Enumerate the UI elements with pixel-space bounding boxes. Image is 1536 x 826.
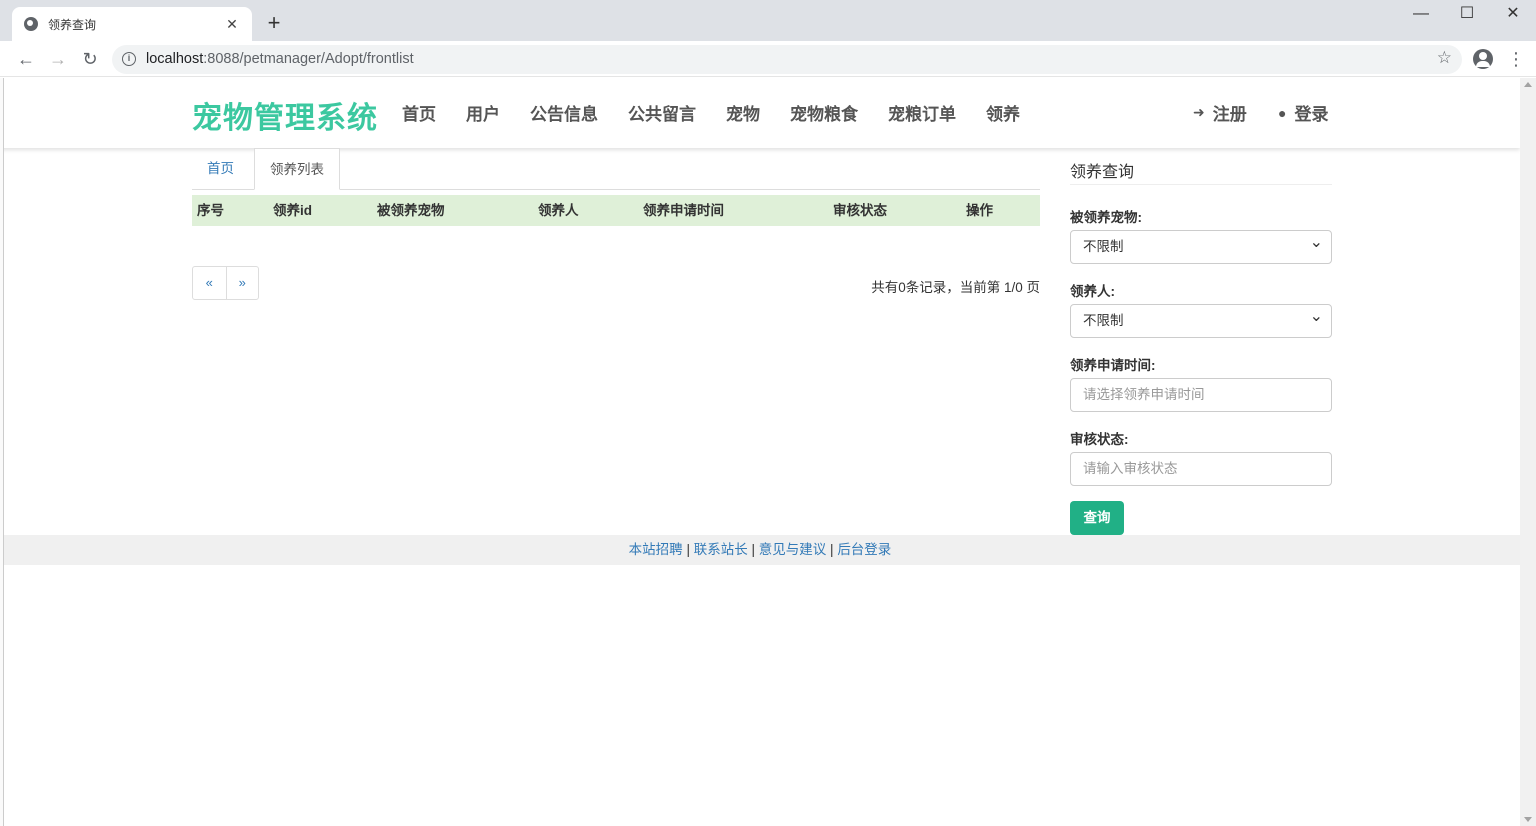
profile-icon[interactable]: [1473, 49, 1493, 69]
apply-time-label: 领养申请时间:: [1070, 358, 1156, 373]
tab-home[interactable]: 首页: [192, 148, 249, 190]
nav-home[interactable]: 首页: [402, 100, 436, 125]
close-tab-icon[interactable]: ✕: [224, 16, 240, 33]
menu-icon[interactable]: ⋮: [1507, 47, 1525, 71]
col-adopter: 领养人: [538, 203, 579, 218]
reload-icon[interactable]: ↻: [78, 47, 102, 71]
site-header: 宠物管理系统 首页 用户 公告信息 公共留言 宠物 宠物粮食 宠粮订单 领养 ➜…: [0, 78, 1520, 148]
page-scrollbar[interactable]: [1520, 78, 1536, 826]
main-nav: 首页 用户 公告信息 公共留言 宠物 宠物粮食 宠粮订单 领养: [402, 100, 1050, 125]
scroll-down-icon[interactable]: [1524, 817, 1532, 822]
status-input[interactable]: 请输入审核状态: [1070, 452, 1332, 486]
sidebar-title: 领养查询: [1070, 164, 1135, 181]
forward-icon[interactable]: →: [46, 47, 70, 71]
nav-pets[interactable]: 宠物: [726, 100, 760, 125]
user-icon: ●: [1278, 104, 1287, 121]
nav-messages[interactable]: 公共留言: [628, 100, 696, 125]
record-info: 共有0条记录，当前第 1/0 页: [871, 280, 1040, 295]
register-link[interactable]: ➜ 注册: [1193, 100, 1247, 125]
nav-announcements[interactable]: 公告信息: [530, 100, 598, 125]
col-adopt-id: 领养id: [273, 203, 312, 218]
status-label: 审核状态:: [1070, 432, 1129, 447]
next-page-button[interactable]: »: [225, 267, 259, 299]
nav-food-orders[interactable]: 宠粮订单: [888, 100, 956, 125]
pagination: « »: [192, 266, 259, 300]
left-edge-strip: [0, 78, 4, 826]
site-footer: 本站招聘 | 联系站长 | 意见与建议 | 后台登录: [0, 535, 1520, 565]
minimize-button[interactable]: —: [1398, 2, 1444, 26]
col-actions: 操作: [966, 203, 993, 218]
footer-link-feedback[interactable]: 意见与建议: [759, 542, 827, 557]
scroll-up-icon[interactable]: [1524, 82, 1532, 87]
globe-icon: [24, 17, 38, 31]
address-bar[interactable]: i localhost:8088/petmanager/Adopt/frontl…: [112, 45, 1462, 74]
footer-link-jobs[interactable]: 本站招聘: [629, 542, 683, 557]
brand-logo[interactable]: 宠物管理系统: [192, 93, 378, 137]
nav-users[interactable]: 用户: [466, 100, 500, 125]
close-window-button[interactable]: ✕: [1490, 2, 1536, 26]
page-viewport: 宠物管理系统 首页 用户 公告信息 公共留言 宠物 宠物粮食 宠粮订单 领养 ➜…: [0, 78, 1520, 826]
sidebar-divider: [1070, 184, 1332, 185]
new-tab-button[interactable]: +: [262, 10, 286, 36]
sign-in-icon: ➜: [1193, 104, 1205, 120]
col-pet: 被领养宠物: [377, 203, 445, 218]
adopter-label: 领养人:: [1070, 284, 1115, 299]
browser-tab[interactable]: 领养查询 ✕: [12, 7, 252, 41]
browser-tabstrip: 领养查询 ✕ + — ☐ ✕: [0, 0, 1536, 41]
query-button[interactable]: 查询: [1070, 501, 1124, 535]
prev-page-button[interactable]: «: [193, 267, 226, 299]
maximize-button[interactable]: ☐: [1444, 2, 1490, 26]
pet-select[interactable]: 不限制: [1070, 227, 1332, 264]
bookmark-star-icon[interactable]: ☆: [1437, 48, 1452, 68]
col-index: 序号: [197, 203, 224, 218]
adopter-select[interactable]: 不限制: [1070, 301, 1332, 338]
pet-label: 被领养宠物:: [1070, 210, 1142, 225]
login-link[interactable]: ● 登录: [1278, 100, 1328, 125]
col-status: 审核状态: [833, 203, 887, 218]
footer-link-admin-login[interactable]: 后台登录: [837, 542, 891, 557]
content-tabs: 首页 领养列表: [192, 148, 1040, 190]
browser-toolbar: ← → ↻ i localhost:8088/petmanager/Adopt/…: [0, 41, 1536, 77]
col-apply-time: 领养申请时间: [643, 203, 724, 218]
tab-title: 领养查询: [48, 17, 97, 32]
nav-adopt[interactable]: 领养: [986, 100, 1020, 125]
footer-link-contact[interactable]: 联系站长: [694, 542, 748, 557]
back-icon[interactable]: ←: [14, 47, 38, 71]
apply-time-input[interactable]: 请选择领养申请时间: [1070, 378, 1332, 412]
info-icon[interactable]: i: [122, 52, 136, 66]
url-text: localhost:8088/petmanager/Adopt/frontlis…: [146, 51, 414, 67]
adopt-table-header: 序号 领养id 被领养宠物 领养人 领养申请时间 审核状态 操作: [192, 195, 1040, 226]
nav-pet-food[interactable]: 宠物粮食: [790, 100, 858, 125]
tab-adopt-list[interactable]: 领养列表: [254, 148, 340, 190]
